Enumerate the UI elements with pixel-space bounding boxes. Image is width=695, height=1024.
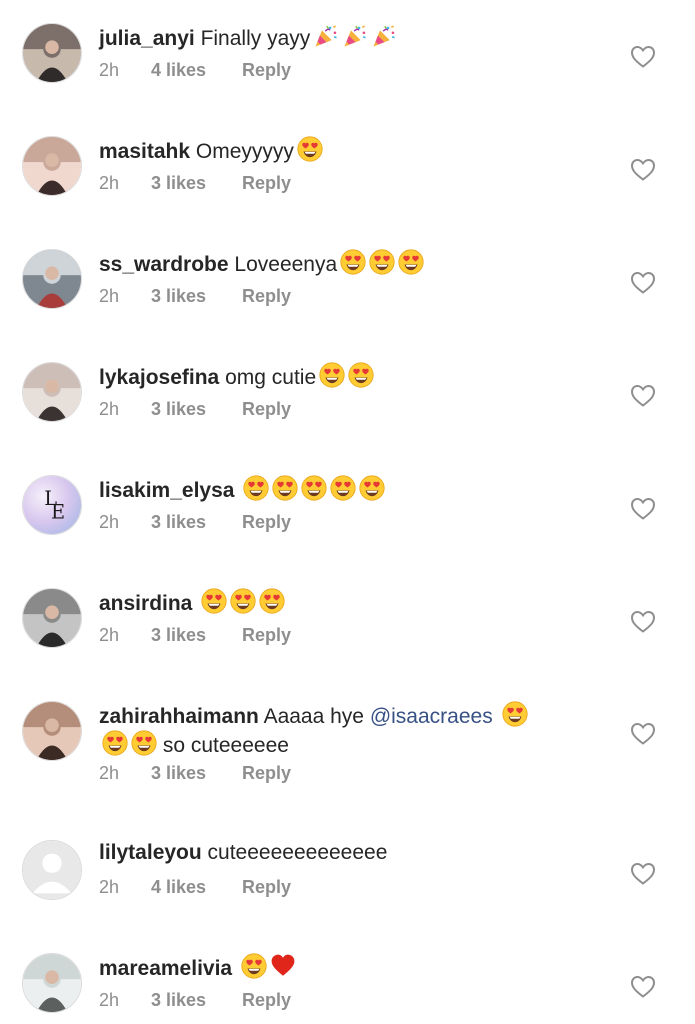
comment-likes[interactable]: 3 likes [151,763,206,784]
comment-text: Loveeenya [234,253,338,276]
comment-time: 2h [99,877,120,897]
reply-button[interactable]: Reply [242,512,291,533]
heart-eyes-emoji-icon [201,588,227,614]
comment-likes[interactable]: 3 likes [151,286,206,307]
heart-eyes-emoji-icon [259,588,285,614]
like-heart-icon[interactable] [630,721,656,747]
party-emoji-icon [371,23,397,49]
comment-likes[interactable]: 3 likes [151,990,206,1011]
comment-username[interactable]: lisakim_elysa [99,479,234,502]
heart-eyes-emoji-icon [131,730,157,756]
reply-button[interactable]: Reply [242,877,291,898]
comment-body: zahirahhaimann Aaaaa hye @isaacraees so … [99,701,625,759]
avatar[interactable] [22,249,82,309]
heart-eyes-emoji-icon [301,475,327,501]
comment-text: cuteeeeeeeeeeeee [207,841,388,864]
like-heart-icon[interactable] [630,157,656,183]
comment-username[interactable]: ansirdina [99,592,192,615]
comment-body: julia_anyi Finally yayy [99,23,625,52]
comment-username[interactable]: julia_anyi [99,27,195,50]
like-heart-icon[interactable] [630,44,656,70]
party-emoji-icon [313,23,339,49]
heart-eyes-emoji-icon [369,249,395,275]
comment-likes[interactable]: 3 likes [151,173,206,194]
reply-button[interactable]: Reply [242,990,291,1011]
comment-username[interactable]: mareamelivia [99,957,232,980]
comment-username[interactable]: ss_wardrobe [99,253,229,276]
comment-body: mareamelivia [99,953,625,982]
comment-likes[interactable]: 3 likes [151,399,206,420]
avatar[interactable] [22,23,82,83]
comment-body: ss_wardrobe Loveeenya [99,249,625,278]
comment-likes[interactable]: 4 likes [151,60,206,81]
heart-eyes-emoji-icon [330,475,356,501]
avatar[interactable] [22,840,82,900]
comment-username[interactable]: zahirahhaimann [99,705,259,728]
avatar[interactable]: LE [22,475,82,535]
comment-time: 2h [99,625,120,645]
heart-eyes-emoji-icon [102,730,128,756]
comment-body: lisakim_elysa [99,475,625,504]
like-heart-icon[interactable] [630,496,656,522]
comment-text: so cuteeeeee [162,734,289,757]
mention-link[interactable]: @isaacraees [370,705,493,728]
heart-eyes-emoji-icon [241,953,267,979]
like-heart-icon[interactable] [630,861,656,887]
reply-button[interactable]: Reply [242,625,291,646]
comment-time: 2h [99,173,120,193]
reply-button[interactable]: Reply [242,60,291,81]
comment-body: lykajosefina omg cutie [99,362,625,391]
heart-eyes-emoji-icon [359,475,385,501]
comment-likes[interactable]: 4 likes [151,877,206,898]
comment-time: 2h [99,512,120,532]
avatar[interactable] [22,701,82,761]
comment-text: Finally yayy [200,27,311,50]
comment-username[interactable]: lykajosefina [99,366,219,389]
comment-likes[interactable]: 3 likes [151,625,206,646]
comment-text: Omeyyyyy [195,140,294,163]
avatar[interactable] [22,136,82,196]
avatar[interactable] [22,362,82,422]
svg-text:E: E [51,501,65,524]
comment-text: omg cutie [225,366,317,389]
heart-eyes-emoji-icon [502,701,528,727]
comment-body: masitahk Omeyyyyy [99,136,625,165]
comment-username[interactable]: lilytaleyou [99,841,202,864]
heart-eyes-emoji-icon [340,249,366,275]
comment-time: 2h [99,763,120,783]
party-emoji-icon [342,23,368,49]
comment-time: 2h [99,286,120,306]
heart-eyes-emoji-icon [319,362,345,388]
heart-eyes-emoji-icon [230,588,256,614]
comment-time: 2h [99,60,120,80]
like-heart-icon[interactable] [630,270,656,296]
heart-eyes-emoji-icon [272,475,298,501]
like-heart-icon[interactable] [630,383,656,409]
comment-time: 2h [99,399,120,419]
comment-body: lilytaleyou cuteeeeeeeeeeeee [99,840,625,866]
avatar[interactable] [22,953,82,1013]
red-heart-emoji-icon [270,953,296,979]
reply-button[interactable]: Reply [242,173,291,194]
like-heart-icon[interactable] [630,974,656,1000]
comment-text: Aaaaa hye [263,705,364,728]
heart-eyes-emoji-icon [348,362,374,388]
reply-button[interactable]: Reply [242,399,291,420]
comment-time: 2h [99,990,120,1010]
heart-eyes-emoji-icon [398,249,424,275]
like-heart-icon[interactable] [630,609,656,635]
comment-username[interactable]: masitahk [99,140,190,163]
comment-likes[interactable]: 3 likes [151,512,206,533]
reply-button[interactable]: Reply [242,763,291,784]
heart-eyes-emoji-icon [297,136,323,162]
heart-eyes-emoji-icon [243,475,269,501]
reply-button[interactable]: Reply [242,286,291,307]
avatar[interactable] [22,588,82,648]
comment-body: ansirdina [99,588,625,617]
